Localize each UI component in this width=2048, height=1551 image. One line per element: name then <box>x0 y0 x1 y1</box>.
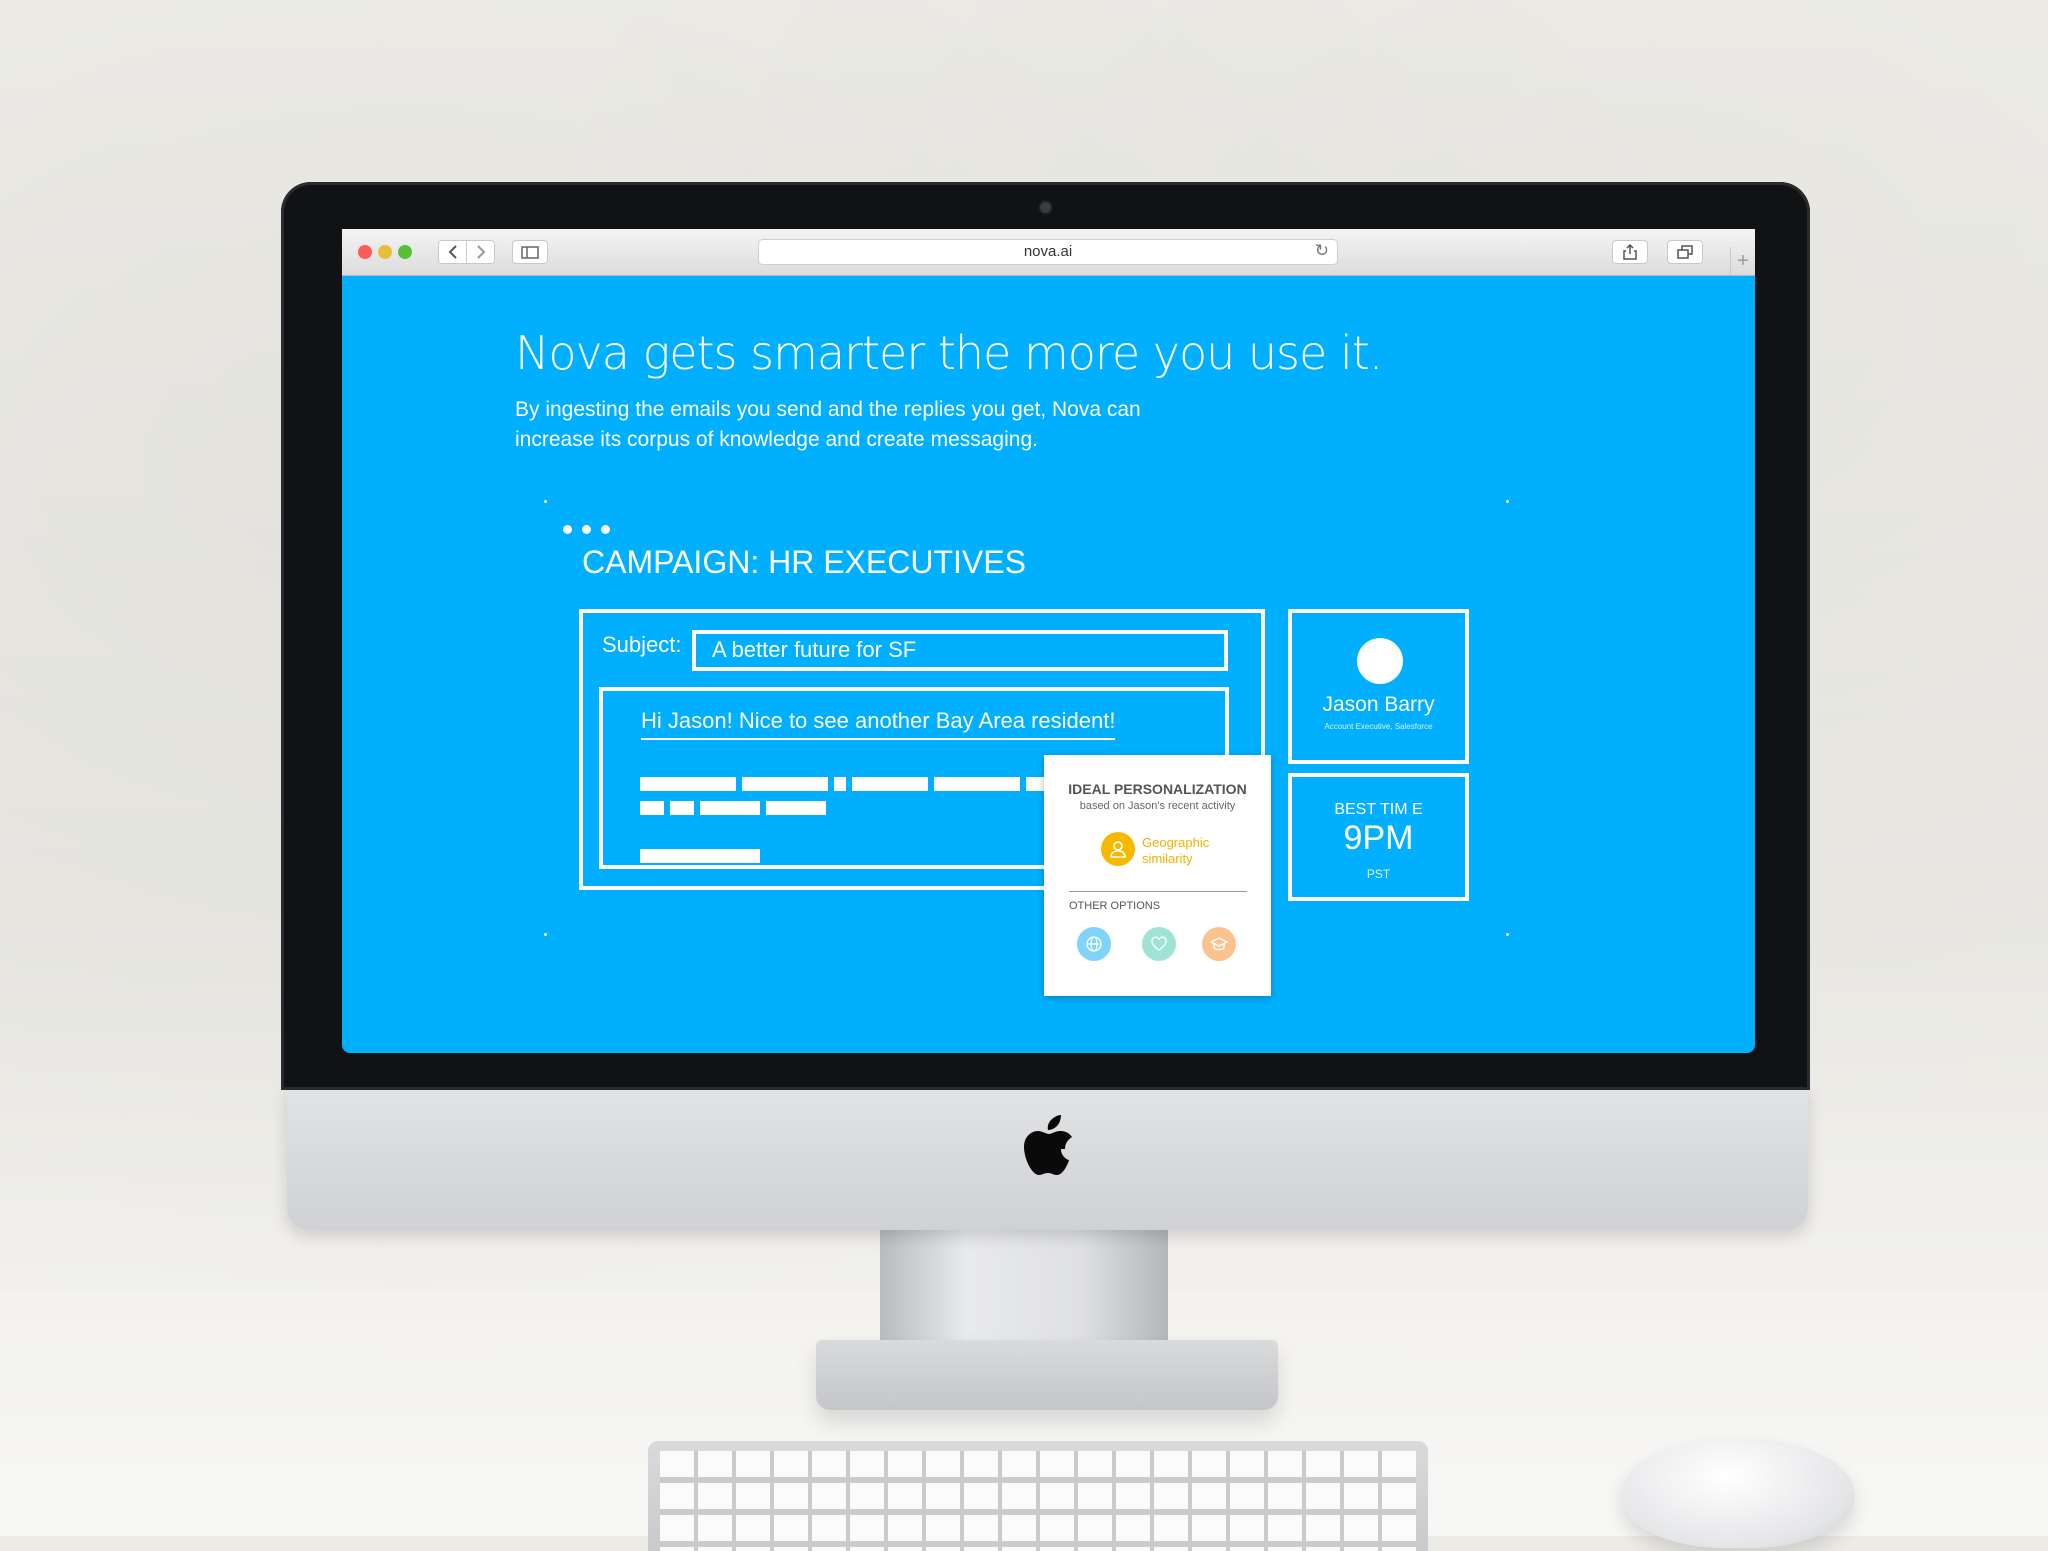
frame-corner <box>1506 500 1509 503</box>
subject-field[interactable]: A better future for SF <box>692 630 1228 671</box>
placeholder-text-line <box>640 777 1056 795</box>
browser-toolbar: nova.ai ↻ + <box>342 229 1755 276</box>
apple-logo-icon <box>1024 1115 1072 1175</box>
imac-chin <box>287 1085 1808 1230</box>
forward-icon <box>476 245 485 259</box>
frame-corner <box>544 500 547 503</box>
forward-button[interactable] <box>466 240 495 264</box>
subject-label: Subject: <box>602 632 682 657</box>
avatar <box>1357 638 1403 684</box>
geographic-similarity-option[interactable]: Geographic similarity <box>1142 835 1242 867</box>
url-text: nova.ai <box>1023 243 1073 260</box>
frame-corner <box>544 933 547 936</box>
back-icon <box>448 245 457 259</box>
campaign-title: CAMPAIGN: HR EXECUTIVES <box>582 544 1026 580</box>
page-subline: By ingesting the emails you send and the… <box>515 398 1141 451</box>
personalization-popup: IDEAL PERSONALIZATION based on Jason's r… <box>1044 755 1271 996</box>
other-options-label: OTHER OPTIONS <box>1069 900 1161 912</box>
person-icon[interactable] <box>1101 832 1135 866</box>
reload-icon[interactable]: ↻ <box>1315 241 1329 261</box>
back-button[interactable] <box>438 240 467 264</box>
best-time-label: BEST TIM E <box>1334 801 1423 818</box>
contact-name: Jason Barry <box>1322 693 1435 716</box>
maximize-window-button[interactable] <box>398 245 412 259</box>
minimize-window-button[interactable] <box>378 245 392 259</box>
magic-mouse <box>1622 1438 1854 1548</box>
imac-stand-foot <box>816 1340 1278 1410</box>
page-headline: Nova gets smarter the more you use it. <box>515 326 1383 380</box>
sidebar-button[interactable] <box>512 240 548 264</box>
tabs-overview-button[interactable] <box>1667 240 1703 264</box>
tabs-icon <box>1677 245 1693 259</box>
frame-corner <box>1506 933 1509 936</box>
browser-window: nova.ai ↻ + Nova gets smarter the more y… <box>342 229 1755 1053</box>
popup-divider <box>1069 891 1247 892</box>
placeholder-text-line <box>640 849 766 867</box>
placeholder-text-line <box>640 801 832 819</box>
close-window-button[interactable] <box>358 245 372 259</box>
best-time-card: BEST TIM E 9PM PST <box>1288 773 1469 901</box>
subject-value: A better future for SF <box>712 637 917 662</box>
address-bar[interactable]: nova.ai ↻ <box>758 239 1338 265</box>
keyboard <box>648 1441 1428 1551</box>
popup-subtitle: based on Jason's recent activity <box>1079 800 1236 812</box>
share-button[interactable] <box>1612 240 1648 264</box>
share-icon <box>1623 244 1637 260</box>
best-time-zone: PST <box>1366 867 1391 881</box>
heart-icon[interactable] <box>1142 927 1176 961</box>
popup-title: IDEAL PERSONALIZATION <box>1068 781 1247 797</box>
globe-icon[interactable] <box>1077 927 1111 961</box>
keyboard-keys <box>660 1451 1416 1551</box>
contact-card[interactable]: Jason Barry Account Executive, Salesforc… <box>1288 609 1469 764</box>
sidebar-icon <box>521 245 539 259</box>
contact-role: Account Executive, Salesforce <box>1324 722 1433 731</box>
best-time-value: 9PM <box>1343 819 1414 857</box>
new-tab-button[interactable]: + <box>1730 247 1755 275</box>
camera-icon <box>1040 202 1051 213</box>
graduation-cap-icon[interactable] <box>1202 927 1236 961</box>
window-dots-icon <box>563 521 620 539</box>
email-greeting: Hi Jason! Nice to see another Bay Area r… <box>641 708 1116 740</box>
